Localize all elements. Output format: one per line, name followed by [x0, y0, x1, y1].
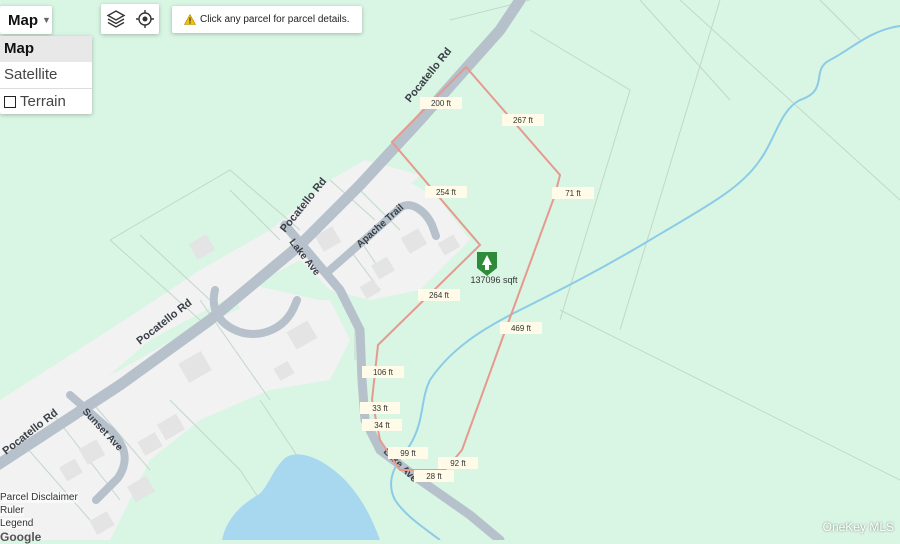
- dim-label: 200 ft: [420, 97, 462, 109]
- dim-label: 71 ft: [552, 187, 594, 199]
- parcel-area: 137096 sqft: [470, 275, 518, 285]
- dim-label: 99 ft: [388, 447, 428, 459]
- parcel-disclaimer-link[interactable]: Parcel Disclaimer: [0, 492, 78, 503]
- google-logo: Google: [0, 530, 42, 544]
- svg-text:71 ft: 71 ft: [565, 189, 581, 198]
- chevron-down-icon: ▼: [42, 15, 51, 25]
- svg-text:200 ft: 200 ft: [431, 99, 452, 108]
- dim-label: 28 ft: [414, 470, 454, 482]
- map-type-button[interactable]: Map ▼: [0, 6, 52, 34]
- terrain-checkbox[interactable]: [4, 96, 16, 108]
- map-canvas[interactable]: Pocatello Rd Pocatello Rd Pocatello Rd P…: [0, 0, 900, 540]
- dim-label: 254 ft: [425, 186, 467, 198]
- legend-link[interactable]: Legend: [0, 518, 34, 529]
- svg-text:28 ft: 28 ft: [426, 472, 442, 481]
- locate-button[interactable]: [134, 8, 156, 30]
- svg-text:33 ft: 33 ft: [372, 404, 388, 413]
- map-type-option-satellite[interactable]: Satellite: [0, 62, 92, 88]
- notice-text: Click any parcel for parcel details.: [200, 14, 350, 25]
- dim-label: 106 ft: [362, 366, 404, 378]
- dim-label: 267 ft: [502, 114, 544, 126]
- map-toolbar: [101, 4, 159, 34]
- svg-text:264 ft: 264 ft: [429, 291, 450, 300]
- dim-label: 469 ft: [500, 322, 542, 334]
- svg-text:92 ft: 92 ft: [450, 459, 466, 468]
- dim-label: 34 ft: [362, 419, 402, 431]
- svg-text:99 ft: 99 ft: [400, 449, 416, 458]
- svg-text:267 ft: 267 ft: [513, 116, 534, 125]
- parcel-notice: Click any parcel for parcel details.: [172, 6, 362, 33]
- locate-icon: [135, 10, 154, 28]
- map-type-menu: Map Satellite Terrain: [0, 36, 92, 114]
- svg-text:469 ft: 469 ft: [511, 324, 532, 333]
- ruler-link[interactable]: Ruler: [0, 505, 24, 516]
- map-type-option-terrain[interactable]: Terrain: [0, 88, 92, 115]
- dim-label: 264 ft: [418, 289, 460, 301]
- layers-button[interactable]: [105, 8, 127, 30]
- map-type-label: Map: [8, 11, 38, 29]
- svg-text:254 ft: 254 ft: [436, 188, 457, 197]
- layers-icon: [106, 10, 125, 28]
- warning-icon: [184, 14, 196, 25]
- svg-text:106 ft: 106 ft: [373, 368, 394, 377]
- parcel-marker[interactable]: 137096 sqft: [470, 252, 518, 285]
- svg-text:34 ft: 34 ft: [374, 421, 390, 430]
- watermark: OneKey MLS: [822, 520, 894, 534]
- lake-water: [222, 454, 380, 540]
- dim-label: 33 ft: [360, 402, 400, 414]
- dim-label: 92 ft: [438, 457, 478, 469]
- terrain-label: Terrain: [20, 93, 66, 110]
- map-type-option-map[interactable]: Map: [0, 36, 92, 62]
